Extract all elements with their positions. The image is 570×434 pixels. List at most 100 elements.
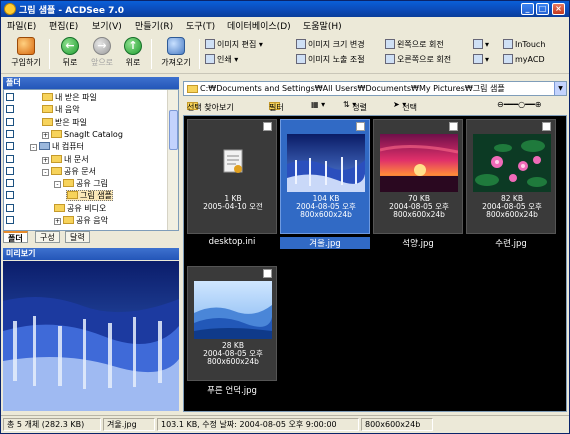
select-button[interactable]: ➤ 선택 ▾ <box>393 100 417 112</box>
expand-icon[interactable]: + <box>42 156 49 164</box>
sort-button[interactable]: ⇅ 정렬 ▾ <box>343 100 367 112</box>
tree-item[interactable]: 그림 샘플 <box>66 190 113 202</box>
tree-item[interactable]: + SnagIt Catalog <box>42 129 123 140</box>
folder-checkbox[interactable] <box>6 93 14 101</box>
back-button[interactable]: ← 뒤로 <box>57 37 83 68</box>
folder-icon <box>51 129 62 138</box>
file-type-badge-icon <box>263 269 272 278</box>
file-name[interactable]: desktop.ini <box>187 237 277 247</box>
tab-organize[interactable]: 구성 <box>35 231 60 243</box>
scrollbar-thumb[interactable] <box>169 110 178 150</box>
info-icon <box>473 39 483 49</box>
folder-checkbox[interactable] <box>6 129 14 138</box>
menu-tools[interactable]: 도구(T) <box>186 19 215 32</box>
collapse-icon[interactable]: - <box>30 144 37 152</box>
rotate-left-button[interactable]: 왼쪽으로 회전 <box>385 39 444 52</box>
computer-icon <box>39 142 50 151</box>
tree-item-label: 내 음악 <box>55 105 80 115</box>
tree-item[interactable]: 공유 비디오 <box>54 203 106 214</box>
zoom-slider[interactable]: ⊖━━━○━━⊕ <box>497 100 541 109</box>
import-button[interactable]: 가져오기 <box>157 37 195 68</box>
tree-item[interactable]: - 내 컴퓨터 <box>30 141 84 152</box>
tree-item-label: SnagIt Catalog <box>64 129 123 139</box>
folder-checkbox[interactable] <box>6 117 14 126</box>
expand-icon[interactable]: + <box>42 131 49 139</box>
minimize-button[interactable]: _ <box>521 3 534 15</box>
tree-item[interactable]: - 공유 문서 <box>42 166 96 177</box>
file-name[interactable]: 푸른 언덕.jpg <box>187 384 277 396</box>
myacd-button[interactable]: myACD <box>503 54 545 67</box>
collapse-icon[interactable]: - <box>42 168 49 176</box>
file-type-badge-icon <box>449 122 458 131</box>
file-name[interactable]: 석양.jpg <box>373 237 463 249</box>
file-name[interactable]: 겨울.jpg <box>280 237 370 249</box>
close-button[interactable]: × <box>552 3 565 15</box>
tree-item[interactable]: 내 음악 <box>42 104 80 115</box>
title-bar[interactable]: 그림 샘플 - ACDSee 7.0 _ □ × <box>1 1 569 17</box>
file-name[interactable]: 수련.jpg <box>466 237 556 249</box>
rotate-right-button[interactable]: 오른쪽으로 회전 <box>385 54 451 67</box>
menu-file[interactable]: 파일(E) <box>7 19 36 32</box>
address-dropdown-button[interactable]: ▼ <box>554 82 566 95</box>
menu-create[interactable]: 만들기(R) <box>135 19 173 32</box>
filter-label: 필터 <box>269 103 284 112</box>
folders-panel-header[interactable]: 폴더 <box>3 77 179 89</box>
folder-checkbox[interactable] <box>6 166 14 175</box>
tab-folders[interactable]: 폴더 <box>3 231 28 243</box>
status-current-file: 겨울.jpg <box>103 418 155 431</box>
file-thumbnail[interactable]: 70 KB 2004-08-05 오후 800x600x24b <box>373 119 463 234</box>
thumbnail-image <box>194 134 272 192</box>
menu-view[interactable]: 보기(V) <box>92 19 122 32</box>
folder-checkbox[interactable] <box>6 203 14 212</box>
acquire-label: 구입하기 <box>11 58 41 67</box>
expand-icon[interactable]: + <box>54 218 61 225</box>
file-thumbnail[interactable]: 28 KB 2004-08-05 오후 800x600x24b <box>187 266 277 381</box>
main-toolbar: 구입하기 ← 뒤로 → 앞으로 ↑ 위로 가져오기 이미지 편집 ▾ 인쇄 ▾ … <box>1 34 569 74</box>
exposure-button[interactable]: 이미지 노출 조절 <box>296 54 365 67</box>
app-window: 그림 샘플 - ACDSee 7.0 _ □ × 파일(E) 편집(E) 보기(… <box>0 0 570 434</box>
folder-checkbox[interactable] <box>6 179 14 188</box>
folder-checkbox[interactable] <box>6 216 14 224</box>
help-button[interactable]: ▾ <box>473 54 489 67</box>
forward-button[interactable]: → 앞으로 <box>87 37 117 68</box>
address-bar[interactable]: C:₩Documents and Settings₩All Users₩Docu… <box>183 81 567 96</box>
file-dims: 800x600x24b <box>486 210 538 219</box>
tree-item[interactable]: 받은 파일 <box>42 117 87 128</box>
folder-tree[interactable]: 내 받은 파일내 음악받은 파일 + SnagIt Catalog - 내 컴퓨터 + 내 … <box>3 89 179 231</box>
folder-tree-scrollbar[interactable] <box>167 90 178 230</box>
file-meta: 28 KB 2004-08-05 오후 800x600x24b <box>188 342 278 366</box>
folder-icon <box>51 166 62 175</box>
view-mode-button[interactable]: ▦ ▾ <box>311 100 325 109</box>
status-dims: 800x600x24b <box>361 418 433 431</box>
menu-help[interactable]: 도움말(H) <box>303 19 342 32</box>
menu-database[interactable]: 데이터베이스(D) <box>227 19 291 32</box>
tree-item[interactable]: 내 받은 파일 <box>42 92 97 103</box>
tree-item-label: 공유 음악 <box>76 216 108 225</box>
tree-item[interactable]: + 내 문서 <box>42 154 89 165</box>
file-thumbnail[interactable]: 104 KB 2004-08-05 오후 800x600x24b <box>280 119 370 234</box>
print-button[interactable]: 인쇄 ▾ <box>205 54 238 67</box>
tab-calendar[interactable]: 달력 <box>65 231 90 243</box>
maximize-button[interactable]: □ <box>536 3 549 15</box>
up-button[interactable]: ↑ 위로 <box>121 37 145 68</box>
folder-checkbox[interactable] <box>6 142 14 151</box>
tree-item[interactable]: - 공유 그림 <box>54 178 108 189</box>
file-thumbnail[interactable]: 82 KB 2004-08-05 오후 800x600x24b <box>466 119 556 234</box>
resize-button[interactable]: 이미지 크기 변경 <box>296 39 365 52</box>
thumbnail-grid[interactable]: 1 KB 2005-04-10 오전 desktop.ini 104 KB 2004-0… <box>183 115 567 412</box>
select-label: 선택 <box>402 103 417 112</box>
info-button[interactable]: ▾ <box>473 39 489 52</box>
intouch-button[interactable]: InTouch <box>503 39 545 52</box>
edit-image-button[interactable]: 이미지 편집 ▾ <box>205 39 263 52</box>
tree-item[interactable]: + 공유 음악 <box>54 215 108 226</box>
folder-checkbox[interactable] <box>6 191 14 200</box>
folder-checkbox[interactable] <box>6 154 14 163</box>
menu-edit[interactable]: 편집(E) <box>49 19 78 32</box>
preview-panel-header[interactable]: 미리보기 <box>3 248 179 260</box>
acquire-button[interactable]: 구입하기 <box>9 37 43 68</box>
folder-icon <box>42 117 53 126</box>
file-thumbnail[interactable]: 1 KB 2005-04-10 오전 <box>187 119 277 234</box>
folder-checkbox[interactable] <box>6 105 14 114</box>
collapse-icon[interactable]: - <box>54 181 61 189</box>
folder-icon <box>187 85 198 93</box>
